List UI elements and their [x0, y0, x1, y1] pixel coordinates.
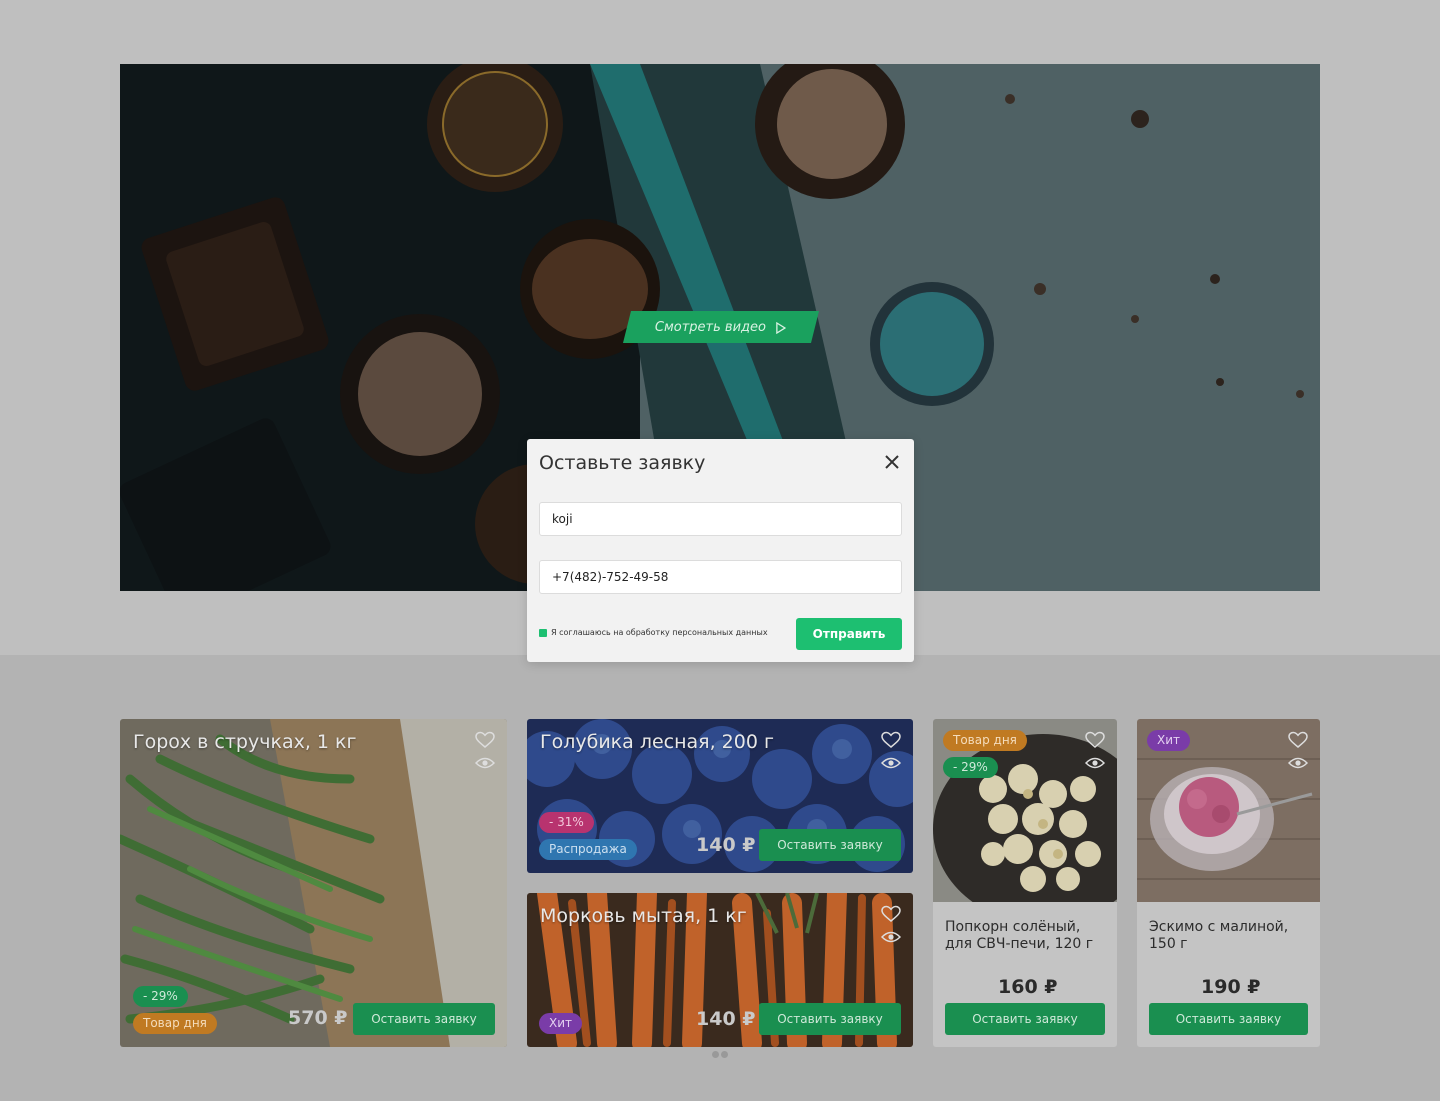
eye-icon[interactable]: [881, 756, 901, 770]
product-card-carrot: Морковь мытая, 1 кг Хит 140 ₽ Оставить з…: [527, 893, 913, 1047]
consent-row: Я соглашаюсь на обработку персональных д…: [539, 628, 768, 637]
submit-button[interactable]: Отправить: [796, 618, 902, 650]
product-card-popcorn: Товар дня - 29% Попкорн солёный, для СВЧ…: [933, 719, 1117, 1047]
pagination-dot[interactable]: [721, 1051, 728, 1058]
heart-icon[interactable]: [881, 731, 901, 749]
eye-icon[interactable]: [1085, 756, 1105, 770]
order-button[interactable]: Оставить заявку: [353, 1003, 495, 1035]
deal-of-day-badge: Товар дня: [943, 730, 1027, 751]
product-title: Эскимо с малиной, 150 г: [1149, 919, 1289, 952]
eye-icon[interactable]: [475, 756, 495, 770]
discount-badge: - 31%: [539, 812, 594, 833]
product-price: 140 ₽: [696, 1008, 756, 1030]
product-price: 140 ₽: [696, 834, 756, 856]
product-price: 160 ₽: [998, 976, 1058, 998]
play-icon: [776, 321, 787, 333]
watch-video-button[interactable]: Смотреть видео: [623, 311, 819, 343]
product-card-blueberry: Голубика лесная, 200 г - 31% Распродажа …: [527, 719, 913, 873]
order-button[interactable]: Оставить заявку: [945, 1003, 1105, 1035]
product-card-peas: Горох в стручках, 1 кг - 29% Товар дня 5…: [120, 719, 507, 1047]
modal-title: Оставьте заявку: [539, 452, 706, 474]
product-price: 570 ₽: [288, 1007, 348, 1029]
eye-icon[interactable]: [1288, 756, 1308, 770]
heart-icon[interactable]: [1085, 731, 1105, 749]
watch-video-label: Смотреть видео: [655, 319, 767, 335]
product-card-icecream: Хит Эскимо с малиной, 150 г 190 ₽ Остави…: [1137, 719, 1320, 1047]
heart-icon[interactable]: [881, 905, 901, 923]
deal-of-day-badge: Товар дня: [133, 1013, 217, 1034]
eye-icon[interactable]: [881, 930, 901, 944]
name-field[interactable]: [539, 502, 902, 536]
phone-field[interactable]: [539, 560, 902, 594]
consent-label: Я соглашаюсь на обработку персональных д…: [551, 628, 768, 637]
order-button[interactable]: Оставить заявку: [1149, 1003, 1308, 1035]
request-modal: Оставьте заявку Я соглашаюсь на обработк…: [527, 439, 914, 662]
product-title: Голубика лесная, 200 г: [540, 731, 774, 753]
pagination-dots: [712, 1051, 728, 1058]
discount-badge: - 29%: [133, 986, 188, 1007]
hit-badge: Хит: [539, 1013, 583, 1034]
discount-badge: - 29%: [943, 757, 998, 778]
product-title: Попкорн солёный, для СВЧ-печи, 120 г: [945, 919, 1094, 952]
heart-icon[interactable]: [1288, 731, 1308, 749]
consent-checkbox[interactable]: [539, 628, 547, 637]
hit-badge: Хит: [1147, 730, 1191, 751]
product-title: Горох в стручках, 1 кг: [133, 731, 357, 753]
pagination-dot[interactable]: [712, 1051, 719, 1058]
close-icon[interactable]: [881, 451, 903, 473]
sale-badge: Распродажа: [539, 839, 637, 860]
order-button[interactable]: Оставить заявку: [759, 829, 901, 861]
product-price: 190 ₽: [1201, 976, 1261, 998]
heart-icon[interactable]: [475, 731, 495, 749]
order-button[interactable]: Оставить заявку: [759, 1003, 901, 1035]
product-title: Морковь мытая, 1 кг: [540, 905, 747, 927]
